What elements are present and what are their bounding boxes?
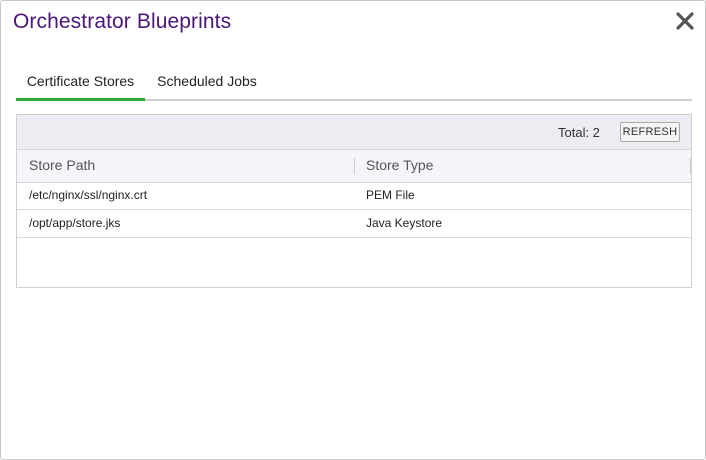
table-row[interactable]: /opt/app/store.jks Java Keystore [17, 210, 691, 238]
column-divider[interactable] [690, 158, 691, 174]
dialog-title: Orchestrator Blueprints [13, 10, 232, 33]
grid-header: Store Path Store Type [17, 150, 691, 183]
cell-store-type: PEM File [366, 188, 415, 202]
column-header-store-path[interactable]: Store Path [29, 150, 349, 182]
certificate-stores-grid: Total: 2 REFRESH Store Path Store Type /… [16, 114, 692, 288]
refresh-button[interactable]: REFRESH [620, 122, 680, 142]
cell-store-path: /opt/app/store.jks [29, 216, 121, 230]
total-count: Total: 2 [558, 125, 600, 140]
tab-certificate-stores[interactable]: Certificate Stores [16, 67, 145, 101]
column-divider[interactable] [354, 158, 355, 174]
tab-scheduled-jobs[interactable]: Scheduled Jobs [157, 67, 257, 99]
column-header-store-type[interactable]: Store Type [366, 150, 676, 182]
close-icon[interactable] [674, 10, 696, 32]
cell-store-path: /etc/nginx/ssl/nginx.crt [29, 188, 148, 202]
tab-bar: Certificate Stores Scheduled Jobs [16, 67, 692, 101]
cell-store-type: Java Keystore [366, 216, 443, 230]
grid-toolbar: Total: 2 REFRESH [17, 115, 691, 150]
orchestrator-blueprints-dialog: Orchestrator Blueprints Certificate Stor… [0, 0, 706, 460]
table-row[interactable]: /etc/nginx/ssl/nginx.crt PEM File [17, 182, 691, 210]
